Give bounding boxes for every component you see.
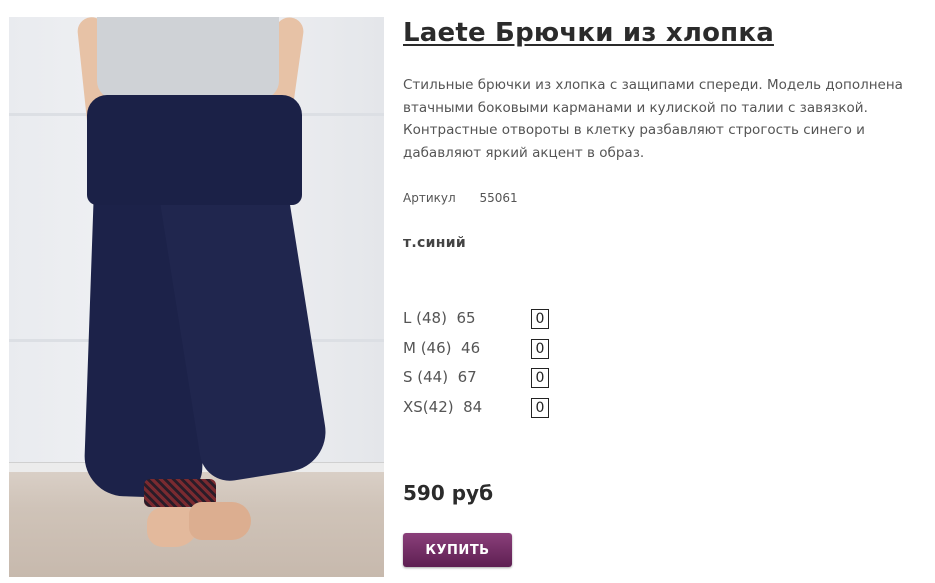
article-number: 55061 — [479, 191, 518, 205]
product-photo — [9, 17, 384, 577]
pants-waist — [87, 95, 302, 205]
foot — [189, 502, 251, 540]
size-quantity-input[interactable] — [531, 309, 549, 329]
size-label: S (44) 67 — [403, 368, 477, 387]
product-description: Стильные брючки из хлопка с защипами спе… — [403, 77, 903, 161]
article-label: Артикул — [403, 191, 456, 205]
buy-button[interactable]: КУПИТЬ — [403, 533, 512, 567]
size-quantity-input[interactable] — [531, 338, 549, 359]
color-name: т.синий — [403, 235, 466, 251]
size-quantity-input[interactable] — [531, 368, 549, 389]
size-label: M (46) 46 — [403, 338, 481, 357]
size-quantity-input[interactable] — [531, 397, 549, 418]
product-price: 590 руб — [403, 481, 494, 505]
product-title: Laete Брючки из хлопка — [403, 18, 774, 48]
size-label: L (48) 65 — [403, 309, 476, 327]
article-row: Артикул 55061 — [403, 191, 518, 205]
shirt — [97, 17, 279, 99]
size-label: XS(42) 84 — [403, 397, 483, 416]
